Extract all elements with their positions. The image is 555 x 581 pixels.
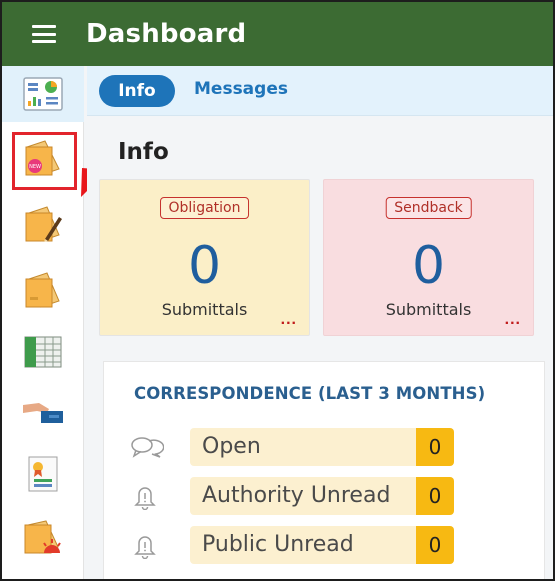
sendback-badge: Sendback (385, 197, 472, 219)
alert-folder-icon (24, 520, 61, 554)
obligation-count: 0 (187, 236, 222, 296)
edit-folder-icon (25, 206, 62, 242)
sidebar-item-ledger[interactable] (2, 324, 84, 380)
sidebar-item-agreement[interactable] (2, 384, 84, 440)
row-label: Open (190, 428, 416, 466)
certificate-icon (28, 456, 58, 492)
correspondence-panel: CORRESPONDENCE (LAST 3 MONTHS) Open 0 Au (103, 361, 545, 579)
chat-bubbles-icon (131, 437, 164, 458)
obligation-badge: Obligation (159, 197, 250, 219)
obligation-label: Submittals (161, 300, 248, 319)
sidebar: NEW (2, 66, 84, 579)
obligation-card[interactable]: Obligation 0 Submittals ... (99, 179, 310, 336)
sidebar-item-edit[interactable] (2, 196, 84, 252)
row-label: Public Unread (190, 526, 416, 564)
more-options-button[interactable]: ... (505, 311, 521, 329)
correspondence-row-open[interactable]: Open 0 (130, 428, 470, 466)
sendback-label: Submittals (385, 300, 472, 319)
sidebar-item-certificate[interactable] (2, 446, 84, 502)
ledger-icon (24, 336, 62, 368)
bell-icon (134, 487, 156, 510)
main-content: Info Obligation 0 Submittals ... Sendbac… (87, 116, 553, 579)
folder-icon (25, 272, 60, 308)
handshake-icon (23, 403, 63, 423)
correspondence-title: CORRESPONDENCE (LAST 3 MONTHS) (134, 384, 486, 403)
tab-info[interactable]: Info (99, 75, 175, 107)
page-header-title: Dashboard (86, 19, 247, 49)
correspondence-row-authority-unread[interactable]: Authority Unread 0 (130, 477, 470, 515)
dashboard-report-icon (23, 77, 63, 111)
sidebar-item-folder[interactable] (2, 262, 84, 318)
row-count: 0 (416, 526, 454, 564)
highlight-box (12, 132, 77, 190)
sendback-card[interactable]: Sendback 0 Submittals ... (323, 179, 534, 336)
sidebar-item-dashboard[interactable] (2, 66, 84, 122)
bell-icon (134, 536, 156, 559)
tab-bar: Info Messages (87, 66, 553, 116)
correspondence-row-public-unread[interactable]: Public Unread 0 (130, 526, 470, 564)
sidebar-item-alert[interactable] (2, 510, 84, 566)
app-header: Dashboard (2, 2, 553, 66)
page-title: Info (118, 139, 169, 165)
app-window: Dashboard NEW Info Messages Info Obligat… (0, 0, 555, 581)
tab-messages[interactable]: Messages (194, 79, 288, 99)
sendback-count: 0 (411, 236, 446, 296)
row-label: Authority Unread (190, 477, 416, 515)
more-options-button[interactable]: ... (281, 311, 297, 329)
hamburger-menu-icon[interactable] (32, 25, 56, 43)
row-count: 0 (416, 477, 454, 515)
row-count: 0 (416, 428, 454, 466)
